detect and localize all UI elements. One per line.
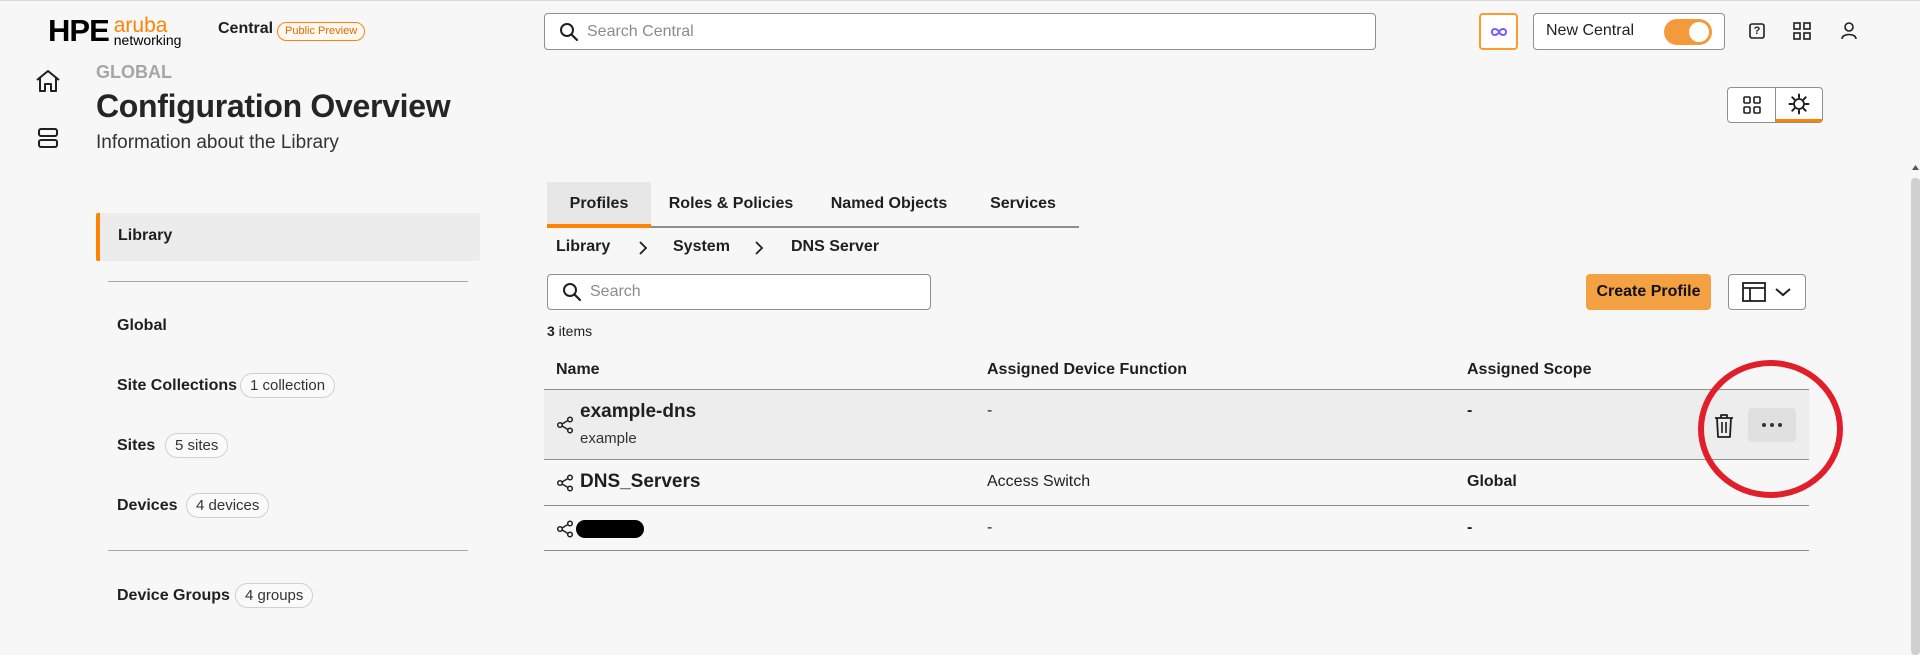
breadcrumb-library[interactable]: Library: [556, 238, 610, 256]
search-icon: [560, 23, 579, 42]
infinity-icon: [1490, 27, 1507, 36]
device-groups-count: 4 groups: [235, 583, 314, 608]
logo-hpe: HPE: [48, 13, 110, 48]
table-row[interactable]: example-dns example - -: [544, 389, 1809, 459]
share-icon: [556, 474, 574, 492]
nav-item-site-collections[interactable]: Site Collections: [117, 377, 237, 395]
item-count: 3 items: [547, 323, 592, 339]
tab-services[interactable]: Services: [967, 182, 1079, 228]
scroll-up-arrow-icon[interactable]: [1911, 163, 1920, 172]
profile-name[interactable]: DNS_Servers: [580, 471, 700, 493]
table-layout-icon: [1742, 282, 1766, 302]
app-switcher-icon[interactable]: [1791, 20, 1813, 42]
library-tabs: Profiles Roles & Policies Named Objects …: [547, 182, 1079, 228]
view-mode-toggle: [1727, 87, 1823, 123]
devices-count: 4 devices: [186, 493, 270, 518]
profile-description: example: [580, 430, 637, 447]
page-title: Configuration Overview: [96, 88, 451, 124]
ai-assistant-button[interactable]: [1479, 13, 1518, 50]
new-central-label: New Central: [1546, 22, 1635, 39]
help-icon[interactable]: ?: [1746, 20, 1768, 42]
sites-count: 5 sites: [165, 433, 229, 458]
profile-search-input[interactable]: [590, 282, 910, 302]
new-central-toggle[interactable]: [1664, 19, 1712, 45]
column-header-name[interactable]: Name: [556, 361, 600, 379]
device-function-cell: -: [987, 519, 993, 536]
grid-icon: [1742, 96, 1761, 114]
table-row[interactable]: DNS_Servers Access Switch Global: [544, 459, 1809, 505]
global-search-box[interactable]: [544, 13, 1376, 50]
site-collections-count: 1 collection: [240, 373, 336, 398]
scope-label: GLOBAL: [96, 62, 172, 82]
top-bar: HPE aruba networking Central Public Prev…: [0, 0, 1920, 58]
search-icon: [563, 283, 582, 302]
app-name: Central: [218, 20, 274, 37]
home-icon[interactable]: [33, 66, 63, 96]
share-icon: [556, 520, 574, 538]
hpe-aruba-logo[interactable]: HPE aruba networking: [48, 13, 182, 48]
chevron-right-icon: [639, 241, 648, 255]
help-glyph: ?: [1753, 25, 1761, 37]
logo-networking: networking: [113, 32, 182, 48]
public-preview-badge: Public Preview: [277, 22, 366, 41]
tab-profiles[interactable]: Profiles: [547, 182, 651, 228]
tab-named-objects[interactable]: Named Objects: [811, 182, 967, 228]
nav-item-device-groups[interactable]: Device Groups: [117, 587, 230, 605]
nav-item-devices[interactable]: Devices: [117, 497, 178, 515]
page-scrollbar[interactable]: [1911, 178, 1920, 655]
red-annotation-circle: [1698, 360, 1843, 498]
nav-library-label: Library: [118, 227, 173, 244]
profile-name[interactable]: example-dns: [580, 401, 696, 423]
redacted-profile-name[interactable]: [576, 520, 644, 538]
create-profile-button[interactable]: Create Profile: [1586, 274, 1711, 310]
chevron-right-icon: [755, 241, 764, 255]
nav-item-library[interactable]: Library: [96, 213, 480, 261]
config-view-button[interactable]: [1775, 88, 1822, 122]
inventory-icon[interactable]: [33, 123, 63, 153]
column-header-device-function[interactable]: Assigned Device Function: [987, 361, 1187, 379]
chevron-down-icon: [1775, 288, 1791, 297]
toggle-knob: [1689, 22, 1709, 42]
scope-cell: -: [1467, 519, 1473, 536]
scope-cell: -: [1467, 402, 1473, 419]
device-function-cell: Access Switch: [987, 473, 1091, 490]
gear-icon: [1788, 93, 1810, 114]
nav-divider: [108, 550, 468, 551]
user-icon[interactable]: [1838, 20, 1860, 42]
new-central-switch[interactable]: New Central: [1533, 13, 1725, 50]
device-function-cell: -: [987, 402, 993, 419]
table-row[interactable]: - -: [544, 505, 1809, 551]
column-header-scope[interactable]: Assigned Scope: [1467, 361, 1591, 379]
scope-cell: Global: [1467, 473, 1517, 490]
share-icon: [556, 416, 574, 434]
tab-roles-policies[interactable]: Roles & Policies: [651, 182, 811, 228]
global-search-input[interactable]: [587, 21, 1347, 43]
page-subtitle: Information about the Library: [96, 132, 339, 153]
profile-search-box[interactable]: [547, 274, 931, 310]
item-count-suffix: items: [554, 323, 593, 339]
grid-view-button[interactable]: [1728, 88, 1775, 122]
item-count-number: 3: [547, 323, 555, 339]
nav-divider: [108, 281, 468, 282]
table-layout-button[interactable]: [1728, 274, 1806, 310]
breadcrumb-system[interactable]: System: [673, 238, 730, 256]
nav-item-sites[interactable]: Sites: [117, 437, 155, 455]
nav-item-global[interactable]: Global: [117, 317, 167, 335]
breadcrumb-dns-server: DNS Server: [791, 238, 880, 255]
